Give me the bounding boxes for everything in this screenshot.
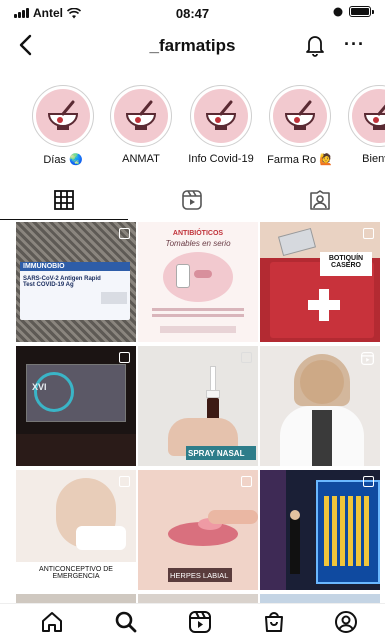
highlight-label: Días 🌏 bbox=[43, 154, 83, 166]
mortar-pestle-icon bbox=[352, 89, 385, 143]
shop-icon[interactable] bbox=[262, 610, 286, 634]
tagged-icon bbox=[310, 190, 330, 210]
mortar-pestle-icon bbox=[114, 89, 168, 143]
active-tab-indicator bbox=[0, 219, 128, 220]
post-title: ANTIBIÓTICOS bbox=[172, 230, 224, 237]
post-thumbnail[interactable]: BOTIQUÍN CASERO bbox=[260, 222, 380, 342]
profile-username: _farmatips bbox=[149, 36, 236, 55]
profile-header: _farmatips ··· bbox=[0, 28, 385, 64]
post-thumbnail[interactable]: ANTIBIÓTICOS Tomables en serio bbox=[138, 222, 258, 342]
more-options-icon[interactable]: ··· bbox=[344, 34, 365, 55]
status-bar: Antel 08:47 bbox=[0, 0, 385, 26]
bell-icon[interactable] bbox=[305, 33, 325, 57]
highlight-item[interactable]: ANMAT bbox=[102, 85, 180, 165]
profile-icon[interactable] bbox=[334, 610, 358, 634]
reels-icon[interactable] bbox=[188, 610, 212, 634]
clock: 08:47 bbox=[175, 6, 210, 21]
highlight-item[interactable]: Bienve bbox=[340, 85, 385, 165]
home-icon[interactable] bbox=[40, 610, 64, 634]
search-icon[interactable] bbox=[114, 610, 138, 634]
post-thumbnail[interactable]: HERPES LABIAL bbox=[138, 470, 258, 590]
post-title: HERPES LABIAL bbox=[170, 571, 229, 580]
multi-photo-icon bbox=[241, 352, 252, 363]
post-thumbnail[interactable]: ANTICONCEPTIVO DE EMERGENCIA bbox=[16, 470, 136, 590]
multi-photo-icon bbox=[363, 476, 374, 487]
post-title: IMMUNOBIO bbox=[23, 263, 65, 270]
post-grid: IMMUNOBIO SARS-CoV-2 Antigen Rapid Test … bbox=[16, 222, 381, 612]
post-title: ANTICONCEPTIVO DE EMERGENCIA bbox=[39, 566, 113, 580]
mortar-pestle-icon bbox=[273, 89, 327, 143]
multi-photo-icon bbox=[119, 352, 130, 363]
mortar-pestle-icon bbox=[194, 89, 248, 143]
highlight-label: Info Covid-19 bbox=[188, 153, 254, 165]
tab-tagged[interactable] bbox=[256, 186, 384, 220]
tab-grid[interactable] bbox=[0, 186, 128, 220]
post-thumbnail[interactable]: IMMUNOBIO SARS-CoV-2 Antigen Rapid Test … bbox=[16, 222, 136, 342]
post-thumbnail[interactable] bbox=[260, 346, 380, 466]
highlight-label: Farma Ro 🙋 bbox=[267, 154, 333, 166]
tab-reels[interactable] bbox=[128, 186, 256, 220]
story-highlights: Días 🌏 ANMAT Info Covid-19 Farma Ro 🙋 Bi… bbox=[0, 85, 385, 175]
reels-icon bbox=[182, 190, 202, 210]
post-thumbnail[interactable] bbox=[260, 470, 380, 590]
highlight-item[interactable]: Info Covid-19 bbox=[182, 85, 260, 165]
alarm-icon bbox=[333, 7, 343, 16]
multi-photo-icon bbox=[119, 476, 130, 487]
post-title: SPRAY NASAL bbox=[188, 449, 245, 458]
highlight-item[interactable]: Farma Ro 🙋 bbox=[261, 85, 339, 166]
post-subtitle: SARS-CoV-2 Antigen Rapid Test COVID-19 A… bbox=[23, 276, 101, 288]
highlight-item[interactable]: Días 🌏 bbox=[24, 85, 102, 166]
multi-photo-icon bbox=[363, 228, 374, 239]
post-title: BOTIQUÍN CASERO bbox=[328, 255, 364, 269]
post-thumbnail[interactable]: SPRAY NASAL bbox=[138, 346, 258, 466]
mortar-pestle-icon bbox=[36, 89, 90, 143]
highlight-label: Bienve bbox=[362, 153, 385, 165]
post-title: XVI bbox=[32, 382, 47, 392]
post-subtitle: Tomables en serio bbox=[165, 239, 231, 248]
multi-photo-icon bbox=[119, 228, 130, 239]
grid-icon bbox=[54, 190, 74, 210]
bottom-navigation bbox=[0, 603, 385, 639]
multi-photo-icon bbox=[241, 476, 252, 487]
battery-icon bbox=[349, 6, 374, 17]
status-icons bbox=[333, 6, 374, 17]
highlight-label: ANMAT bbox=[122, 153, 160, 165]
post-thumbnail[interactable]: XVI bbox=[16, 346, 136, 466]
reels-icon bbox=[361, 352, 374, 365]
profile-tabs bbox=[0, 186, 385, 220]
